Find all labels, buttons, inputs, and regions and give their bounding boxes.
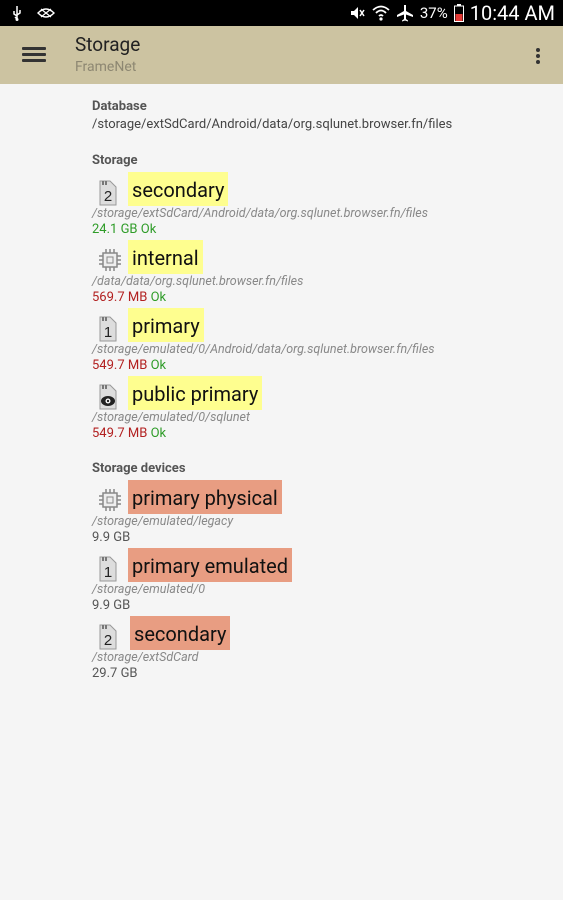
app-bar: Storage FrameNet — [0, 26, 563, 84]
chip-icon — [98, 486, 121, 514]
svg-text:2: 2 — [104, 632, 112, 649]
device-name: primary physical — [128, 480, 282, 514]
storage-status: Ok — [150, 358, 167, 373]
page-subtitle: FrameNet — [75, 59, 137, 75]
storage-name: primary — [128, 308, 204, 342]
device-size: 9.9 GB — [92, 598, 131, 613]
svg-text:2: 2 — [104, 188, 112, 205]
chip-icon — [98, 246, 121, 274]
storage-item[interactable]: 1 primary /storage/emulated/0/Android/da… — [92, 306, 552, 374]
storage-size: 549.7 MB — [92, 358, 148, 373]
device-path: /storage/emulated/0 — [92, 582, 206, 597]
database-label: Database — [92, 99, 147, 114]
storage-label: Storage — [92, 153, 138, 168]
wifi-icon — [372, 4, 390, 22]
status-bar: 37% 10:44 AM — [0, 0, 563, 26]
storage-path: /storage/extSdCard/Android/data/org.sqlu… — [92, 206, 428, 221]
storage-status: Ok — [150, 290, 167, 305]
svg-text:1: 1 — [104, 324, 112, 341]
device-size: 9.9 GB — [92, 530, 131, 545]
device-name: secondary — [130, 616, 231, 650]
storage-path: /storage/emulated/0/sqlunet — [92, 410, 250, 425]
storage-item[interactable]: 2 secondary /storage/extSdCard/Android/d… — [92, 170, 552, 238]
mute-icon — [348, 4, 366, 22]
usb-icon — [8, 4, 26, 22]
battery-icon — [453, 4, 464, 22]
sd-card-2-icon: 2 — [98, 622, 120, 650]
device-size: 29.7 GB — [92, 666, 138, 681]
storage-size: 569.7 MB — [92, 290, 148, 305]
battery-percent: 37% — [419, 4, 448, 22]
storage-item[interactable]: internal /data/data/org.sqlunet.browser.… — [92, 238, 552, 306]
storage-status: Ok — [150, 426, 167, 441]
storage-devices-label: Storage devices — [92, 461, 186, 476]
sd-card-2-icon: 2 — [98, 178, 120, 206]
storage-size: 24.1 GB — [92, 222, 138, 237]
database-path: /storage/extSdCard/Android/data/org.sqlu… — [92, 117, 453, 132]
eye-card-icon — [98, 382, 120, 410]
sd-card-1-icon: 1 — [98, 314, 120, 342]
storage-name: internal — [128, 240, 203, 274]
storage-name: secondary — [128, 172, 229, 206]
storage-size: 549.7 MB — [92, 426, 148, 441]
storage-path: /data/data/org.sqlunet.browser.fn/files — [92, 274, 304, 289]
clock: 10:44 AM — [469, 1, 555, 25]
storage-path: /storage/emulated/0/Android/data/org.sql… — [92, 342, 435, 357]
sd-card-1-icon: 1 — [98, 554, 120, 582]
menu-icon[interactable] — [22, 44, 46, 66]
device-item[interactable]: 2 secondary /storage/extSdCard 29.7 GB — [92, 614, 552, 682]
device-name: primary emulated — [128, 548, 293, 582]
storage-status: Ok — [140, 222, 157, 237]
device-item[interactable]: primary physical /storage/emulated/legac… — [92, 478, 552, 546]
storage-content: Database /storage/extSdCard/Android/data… — [92, 98, 552, 682]
overflow-menu-icon[interactable] — [533, 46, 543, 66]
device-item[interactable]: 1 primary emulated /storage/emulated/0 9… — [92, 546, 552, 614]
svg-text:1: 1 — [104, 564, 112, 581]
airplane-mode-icon — [396, 4, 414, 22]
debug-icon — [36, 4, 55, 22]
page-title: Storage — [75, 33, 141, 56]
device-path: /storage/extSdCard — [92, 650, 199, 665]
storage-name: public primary — [128, 376, 263, 410]
device-path: /storage/emulated/legacy — [92, 514, 234, 529]
storage-item[interactable]: public primary /storage/emulated/0/sqlun… — [92, 374, 552, 442]
